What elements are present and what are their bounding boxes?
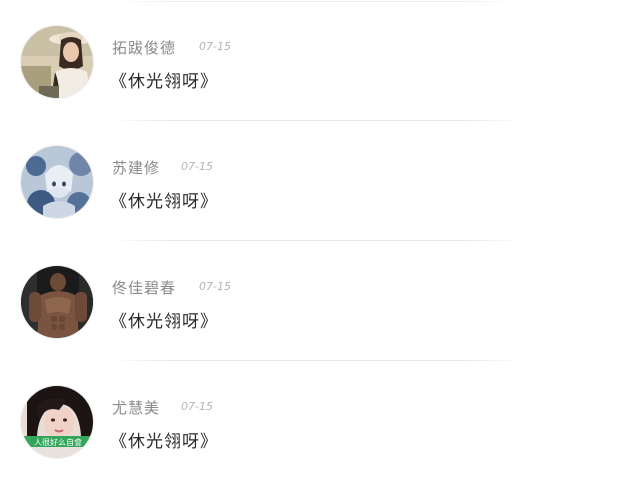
comment-date: 07-15: [181, 400, 213, 413]
comment-text: 《休光翎呀》: [110, 192, 218, 212]
avatar-girl-caption-icon: 人很好么自會: [21, 386, 93, 458]
comment-text: 《休光翎呀》: [110, 72, 218, 92]
comment-item[interactable]: 人很好么自會 尤慧美 07-15 《休光翎呀》: [0, 360, 640, 480]
comment-item[interactable]: 拓跋俊德 07-15 《休光翎呀》: [0, 0, 640, 121]
avatar-blue-illustration-icon: [21, 146, 93, 218]
avatar-muscle-man-icon: [21, 266, 93, 338]
commenter-name[interactable]: 佟佳碧春: [112, 277, 176, 298]
avatar-woman-hat-icon: [21, 26, 93, 98]
comment-text: 《休光翎呀》: [110, 312, 218, 332]
commenter-name[interactable]: 苏建修: [112, 157, 160, 178]
comment-item[interactable]: 苏建修 07-15 《休光翎呀》: [0, 120, 640, 241]
avatar[interactable]: [20, 25, 94, 99]
avatar[interactable]: [20, 265, 94, 339]
comment-date: 07-15: [199, 40, 231, 53]
commenter-name[interactable]: 尤慧美: [112, 397, 160, 418]
comment-item[interactable]: 佟佳碧春 07-15 《休光翎呀》: [0, 240, 640, 361]
avatar[interactable]: [20, 145, 94, 219]
comment-text: 《休光翎呀》: [110, 432, 218, 452]
avatar[interactable]: 人很好么自會: [20, 385, 94, 459]
avatar-caption: 人很好么自會: [34, 437, 82, 447]
comment-list: 拓跋俊德 07-15 《休光翎呀》 苏建修 07-15 《休光翎呀》 佟佳碧春 …: [0, 0, 640, 480]
comment-date: 07-15: [199, 280, 231, 293]
comment-date: 07-15: [181, 160, 213, 173]
commenter-name[interactable]: 拓跋俊德: [112, 37, 176, 58]
